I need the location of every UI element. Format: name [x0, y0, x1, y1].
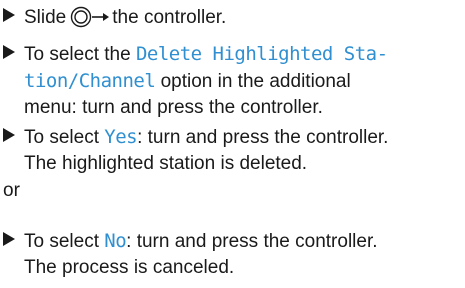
bullet-triangle-icon [3, 232, 15, 246]
bullet-triangle-icon [3, 45, 15, 59]
step-text: To select [24, 127, 99, 148]
step-result-text: The process is canceled. [24, 257, 235, 278]
bullet-triangle-icon [3, 8, 15, 22]
step-result-text: The highlighted station is deleted. [24, 153, 308, 174]
step-slide-controller: Slide the controller. [3, 5, 463, 36]
step-select-no: To select No: turn and press the control… [3, 228, 463, 281]
slide-right-controller-icon [70, 6, 110, 36]
step-text: Slide [24, 7, 67, 28]
step-text: : turn and press the controller. [126, 231, 378, 252]
step-text: To select [24, 231, 99, 252]
instruction-page: Slide the controller. To select the Dele… [0, 0, 465, 288]
step-text: To select the [24, 44, 131, 65]
step-text: option in the additional [160, 71, 351, 92]
menu-option-yes: Yes [104, 126, 138, 148]
step-text: : turn and press the controller. [137, 127, 389, 148]
step-text: the controller. [112, 7, 227, 28]
step-text: menu: turn and press the controller. [24, 97, 323, 118]
step-select-yes: To select Yes: turn and press the contro… [3, 124, 463, 177]
menu-option-no: No [104, 230, 127, 252]
or-separator: or [3, 180, 20, 201]
menu-option-delete-highlighted-station-cont: tion/Channel [24, 70, 156, 92]
step-select-delete-option: To select the Delete Highlighted Sta- ti… [3, 41, 463, 121]
menu-option-delete-highlighted-station: Delete Highlighted Sta- [135, 43, 388, 65]
bullet-triangle-icon [3, 128, 15, 142]
